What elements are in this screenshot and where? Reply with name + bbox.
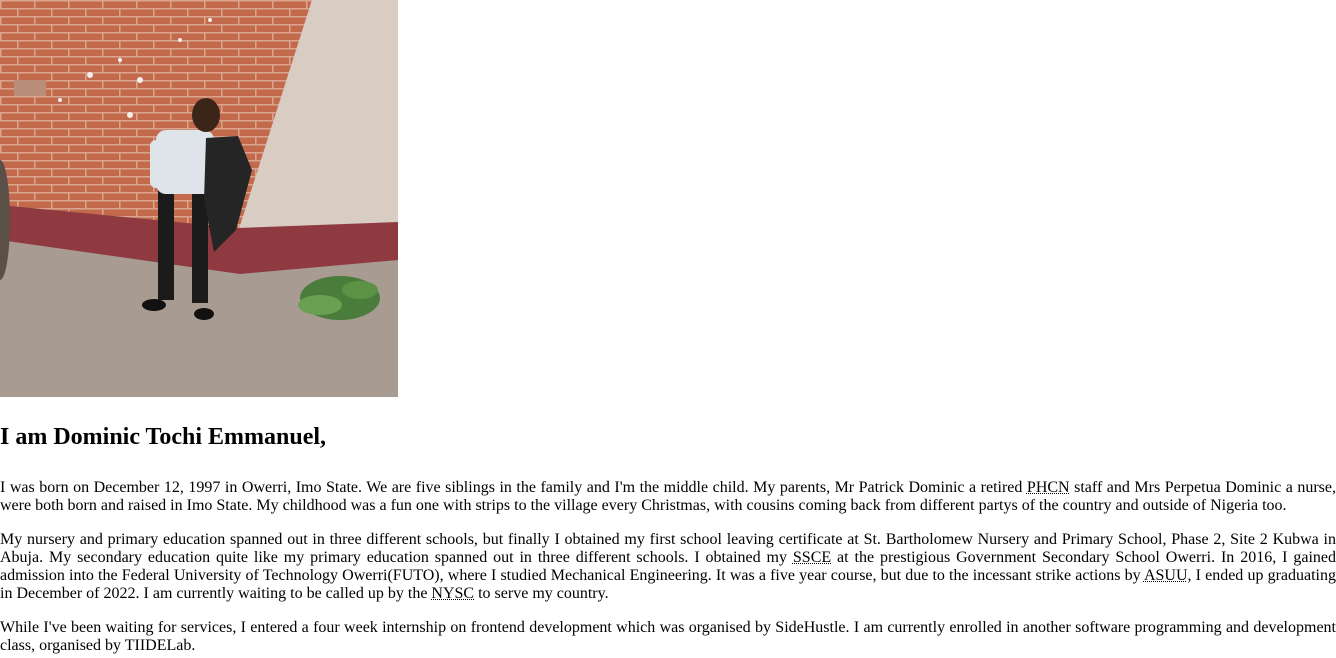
- abbr-asuu: ASUU: [1143, 567, 1188, 584]
- abbr-phcn: PHCN: [1026, 479, 1070, 496]
- bio-paragraph-internship: While I've been waiting for services, I …: [0, 619, 1336, 654]
- bio-paragraph-childhood: I was born on December 12, 1997 in Owerr…: [0, 479, 1336, 514]
- profile-content: I am Dominic Tochi Emmanuel, I was born …: [0, 397, 1336, 655]
- abbr-nysc: NYSC: [431, 585, 475, 602]
- bio-paragraph-education: My nursery and primary education spanned…: [0, 531, 1336, 602]
- abbr-ssce: SSCE: [792, 549, 832, 566]
- page-title: I am Dominic Tochi Emmanuel,: [0, 424, 327, 450]
- profile-photo: [0, 0, 398, 397]
